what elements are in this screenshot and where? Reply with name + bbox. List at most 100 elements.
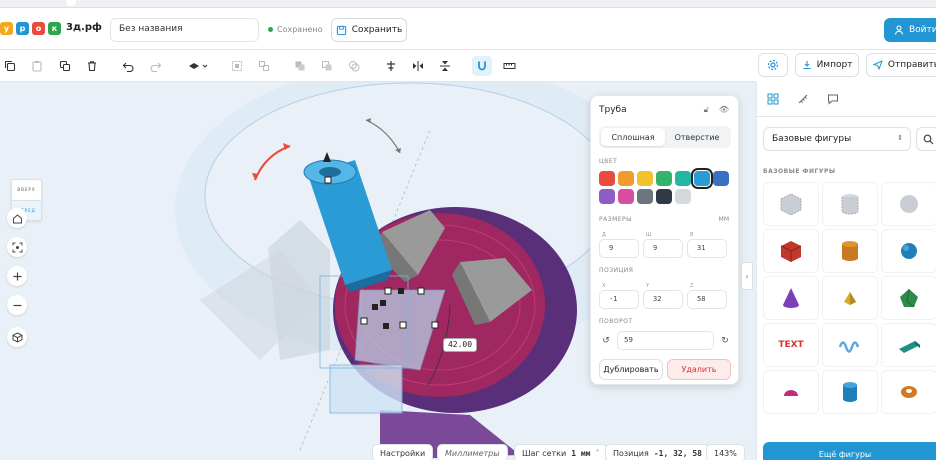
shape-sphere-hole[interactable]: [881, 182, 936, 226]
rotate-cw-icon[interactable]: ↻: [718, 336, 732, 346]
height-field[interactable]: В 31: [687, 232, 727, 258]
undo-icon[interactable]: [118, 56, 138, 76]
perspective-icon[interactable]: [7, 327, 27, 347]
fit-view-icon[interactable]: [7, 237, 27, 257]
chevron-right-icon: ›: [745, 271, 749, 281]
solid-icon[interactable]: [290, 56, 310, 76]
redo-icon[interactable]: [145, 56, 165, 76]
combine-icon[interactable]: [344, 56, 364, 76]
shape-box[interactable]: [763, 229, 819, 273]
shape-category-select[interactable]: Базовые фигуры ⇕: [763, 127, 911, 151]
shape-torus[interactable]: [881, 370, 936, 414]
shape-cone[interactable]: [763, 276, 819, 320]
position-z-field[interactable]: Z 58: [687, 283, 727, 309]
rotate-ccw-icon[interactable]: ↺: [599, 336, 613, 346]
duplicate-icon[interactable]: [55, 56, 75, 76]
length-field[interactable]: Д9: [599, 232, 639, 258]
delete-button[interactable]: Удалить: [667, 359, 731, 380]
shape-polyhedron[interactable]: [881, 276, 936, 320]
zoom-out-icon[interactable]: [7, 295, 27, 315]
field-value: -1: [609, 295, 618, 303]
collapse-panel-button[interactable]: ›: [741, 262, 753, 290]
ruler-icon[interactable]: [499, 56, 519, 76]
login-button[interactable]: Войти: [884, 18, 936, 42]
download-icon: [803, 61, 811, 70]
shape-box-hole[interactable]: [763, 182, 819, 226]
workplane-icon[interactable]: [184, 56, 212, 76]
align-icon[interactable]: [381, 56, 401, 76]
grid-step-select[interactable]: Шаг сетки 1 мм ˄: [514, 444, 608, 460]
ungroup-icon[interactable]: [254, 56, 274, 76]
color-swatch-dark[interactable]: [656, 189, 672, 204]
flip-icon[interactable]: [435, 56, 455, 76]
paste-icon[interactable]: [27, 56, 47, 76]
home-icon[interactable]: [7, 208, 27, 228]
units-status-label: Миллиметры: [445, 448, 500, 458]
magnet-icon[interactable]: [472, 56, 492, 76]
shapes-section-title: БАЗОВЫЕ ФИГУРЫ: [763, 168, 836, 175]
solid-mode-button[interactable]: Сплошная: [601, 128, 665, 146]
color-swatch-indigo[interactable]: [713, 171, 729, 186]
shape-tube-cylinder[interactable]: [822, 370, 878, 414]
color-swatch-red[interactable]: [599, 171, 615, 186]
settings-status-button[interactable]: Настройки: [372, 444, 434, 460]
send-button[interactable]: Отправить: [866, 53, 936, 77]
zoom-status[interactable]: 143%: [706, 444, 745, 460]
hole-mode-button[interactable]: Отверстие: [665, 128, 729, 146]
field-label: Д: [602, 232, 606, 238]
dimension-label[interactable]: 42.00: [443, 338, 477, 352]
search-button[interactable]: [916, 127, 936, 151]
width-field[interactable]: Ш9: [643, 232, 683, 258]
inspector-actions: 🔓︎ 👁︎: [704, 105, 729, 115]
shape-text[interactable]: TEXT: [763, 323, 819, 367]
copy-icon[interactable]: [0, 56, 20, 76]
more-shapes-button[interactable]: Ещё фигуры: [763, 442, 936, 460]
position-status: Позиция -1, 32, 58: [605, 444, 710, 460]
save-status-text: Сохранено: [277, 25, 323, 34]
logo[interactable]: у р о к: [0, 22, 61, 35]
field-label: Z: [690, 283, 694, 289]
save-button-label: Сохранить: [351, 25, 403, 35]
shape-pyramid[interactable]: [822, 276, 878, 320]
position-y-field[interactable]: Y 32: [643, 283, 683, 309]
color-swatch-light[interactable]: [675, 189, 691, 204]
units-status[interactable]: Миллиметры: [437, 444, 508, 460]
mirror-icon[interactable]: [408, 56, 428, 76]
position-x-field[interactable]: X -1: [599, 283, 639, 309]
field-label: X: [602, 283, 606, 289]
logo-text[interactable]: 3д.рф: [66, 22, 102, 33]
comments-icon[interactable]: [825, 91, 841, 107]
save-button[interactable]: Сохранить: [331, 18, 407, 42]
settings-button[interactable]: [758, 53, 788, 77]
browser-tab[interactable]: [66, 0, 76, 6]
ruler-tab-icon[interactable]: [795, 91, 811, 107]
project-title-input[interactable]: Без названия: [110, 18, 259, 42]
rotation-input[interactable]: 59: [617, 331, 714, 350]
hole-icon[interactable]: [317, 56, 337, 76]
color-swatch-blue[interactable]: [691, 168, 713, 189]
shape-half-sphere[interactable]: [763, 370, 819, 414]
zoom-in-icon[interactable]: [7, 266, 27, 286]
shape-cylinder[interactable]: [822, 229, 878, 273]
duplicate-button[interactable]: Дублировать: [599, 359, 663, 380]
shape-wedge[interactable]: [881, 323, 936, 367]
color-swatch-pink[interactable]: [618, 189, 634, 204]
color-swatch-purple[interactable]: [599, 189, 615, 204]
dimensions-label: РАЗМЕРЫ: [599, 216, 632, 223]
import-button[interactable]: Импорт: [795, 53, 859, 77]
delete-icon[interactable]: [82, 56, 102, 76]
group-icon[interactable]: [227, 56, 247, 76]
lock-icon[interactable]: 🔓︎: [704, 105, 709, 115]
view-cube-top[interactable]: ВВЕРХ: [12, 180, 41, 200]
shape-sphere[interactable]: [881, 229, 936, 273]
shapes-icon[interactable]: [765, 91, 781, 107]
color-swatch-green[interactable]: [656, 171, 672, 186]
color-swatch-yellow[interactable]: [637, 171, 653, 186]
eye-icon[interactable]: 👁︎: [719, 105, 729, 115]
shape-squiggle[interactable]: [822, 323, 878, 367]
color-swatch-teal[interactable]: [675, 171, 691, 186]
color-swatch-gray[interactable]: [637, 189, 653, 204]
field-value: 58: [697, 295, 706, 303]
color-swatch-orange[interactable]: [618, 171, 634, 186]
shape-cylinder-hole[interactable]: [822, 182, 878, 226]
